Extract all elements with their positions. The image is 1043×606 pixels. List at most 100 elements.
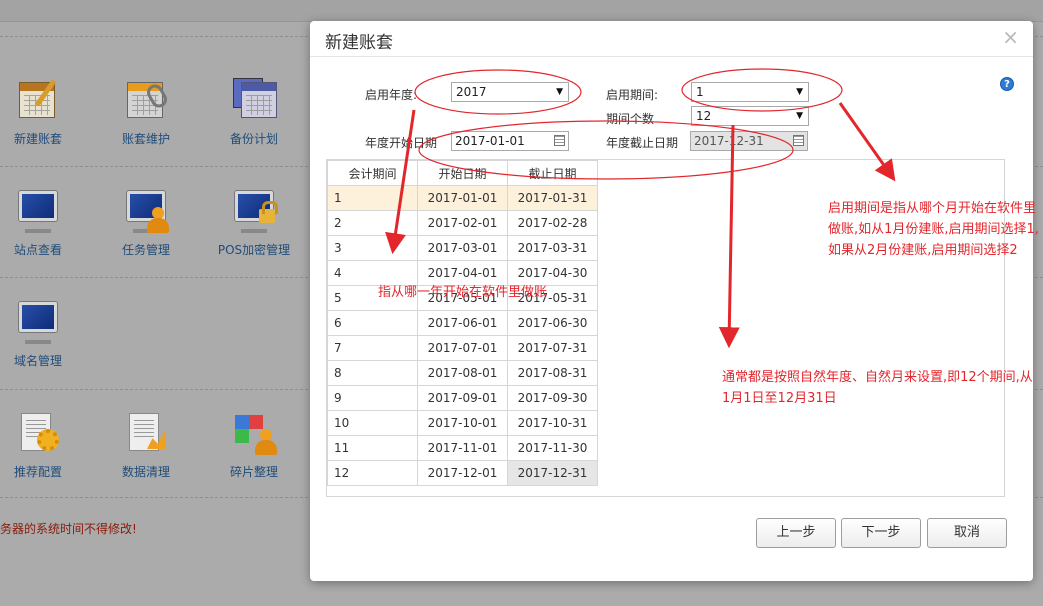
end-date-cell: 2017-10-31	[507, 410, 598, 436]
table-row[interactable]: 1 2017-01-01 2017-01-31	[327, 185, 598, 211]
tile-new-book[interactable]: 新建账套	[0, 76, 83, 147]
year-end-label: 年度截止日期	[606, 136, 679, 150]
prev-step-button[interactable]: 上一步	[756, 518, 836, 548]
start-year-select[interactable]: 2017 ▼	[451, 82, 569, 102]
table-row[interactable]: 11 2017-11-01 2017-11-30	[327, 435, 598, 461]
column-header: 开始日期	[417, 160, 508, 186]
tile-label: 任务管理	[121, 243, 170, 257]
dropdown-arrow-icon: ▼	[556, 87, 563, 97]
tile-site-view[interactable]: 站点查看	[0, 187, 83, 258]
tile-label: POS加密管理	[217, 243, 291, 257]
start-period-value: 1	[696, 85, 704, 99]
next-step-button[interactable]: 下一步	[841, 518, 921, 548]
period-count-value: 12	[696, 109, 712, 123]
end-date-cell: 2017-06-30	[507, 310, 598, 336]
end-date-cell: 2017-03-31	[507, 235, 598, 261]
table-row[interactable]: 3 2017-03-01 2017-03-31	[327, 235, 598, 261]
pos-lock-icon	[231, 187, 278, 233]
tile-label: 数据清理	[121, 465, 170, 479]
table-row[interactable]: 7 2017-07-01 2017-07-31	[327, 335, 598, 361]
tile-recommend-config[interactable]: 推荐配置	[0, 409, 83, 480]
task-monitor-icon	[123, 187, 169, 233]
start-date-cell: 2017-03-01	[417, 235, 508, 261]
end-date-cell: 2017-01-31	[507, 185, 598, 211]
monitor-icon	[15, 187, 61, 233]
end-date-cell: 2017-12-31	[507, 460, 598, 486]
tile-label: 账套维护	[121, 132, 170, 146]
tile-pos-lock[interactable]: POS加密管理	[209, 187, 299, 258]
start-date-cell: 2017-08-01	[417, 360, 508, 386]
period-cell: 10	[327, 410, 418, 436]
start-year-value: 2017	[456, 85, 487, 99]
table-row[interactable]: 8 2017-08-01 2017-08-31	[327, 360, 598, 386]
end-date-cell: 2017-07-31	[507, 335, 598, 361]
table-row[interactable]: 9 2017-09-01 2017-09-30	[327, 385, 598, 411]
table-row[interactable]: 6 2017-06-01 2017-06-30	[327, 310, 598, 336]
domain-monitor-icon	[15, 298, 61, 344]
start-year-label: 启用年度:	[365, 88, 418, 102]
table-row[interactable]: 10 2017-10-01 2017-10-31	[327, 410, 598, 436]
period-cell: 1	[327, 185, 418, 211]
year-start-label: 年度开始日期	[365, 136, 438, 150]
start-date-cell: 2017-02-01	[417, 210, 508, 236]
start-date-cell: 2017-01-01	[417, 185, 508, 211]
start-date-cell: 2017-06-01	[417, 310, 508, 336]
title-separator	[310, 56, 1033, 57]
periods-table: 会计期间 开始日期 截止日期 1 2017-01-01 2017-01-31 2 20…	[327, 160, 598, 486]
period-cell: 8	[327, 360, 418, 386]
tile-book-maintain[interactable]: 账套维护	[101, 76, 191, 147]
top-bar	[0, 0, 1043, 22]
end-date-cell: 2017-11-30	[507, 435, 598, 461]
period-cell: 12	[327, 460, 418, 486]
tile-backup-plan[interactable]: 备份计划	[209, 76, 299, 147]
tile-defrag[interactable]: 碎片整理	[209, 409, 299, 480]
start-date-cell: 2017-07-01	[417, 335, 508, 361]
config-gear-icon	[15, 409, 61, 455]
period-cell: 6	[327, 310, 418, 336]
period-count-label: 期间个数	[606, 112, 655, 126]
year-end-date-input: 2017-12-31	[690, 131, 808, 151]
year-end-value: 2017-12-31	[694, 134, 764, 148]
table-row[interactable]: 2 2017-02-01 2017-02-28	[327, 210, 598, 236]
tile-label: 备份计划	[229, 132, 278, 146]
cancel-button[interactable]: 取消	[927, 518, 1007, 548]
close-icon[interactable]: ×	[1002, 25, 1019, 49]
start-date-cell: 2017-09-01	[417, 385, 508, 411]
period-cell: 2	[327, 210, 418, 236]
end-date-cell: 2017-02-28	[507, 210, 598, 236]
defrag-icon	[231, 409, 277, 455]
period-cell: 11	[327, 435, 418, 461]
column-header: 截止日期	[507, 160, 598, 186]
start-date-cell: 2017-11-01	[417, 435, 508, 461]
start-date-cell: 2017-12-01	[417, 460, 508, 486]
tile-label: 推荐配置	[13, 465, 62, 479]
tile-label: 碎片整理	[229, 465, 278, 479]
dropdown-arrow-icon: ▼	[796, 87, 803, 97]
dialog-title: 新建账套	[325, 33, 393, 53]
period-annotation: 启用期间是指从哪个月开始在软件里做账,如从1月份建账,启用期间选择1,如果从2月…	[828, 201, 1039, 258]
new-book-icon	[15, 76, 61, 122]
tile-label: 域名管理	[13, 354, 62, 368]
end-date-cell: 2017-09-30	[507, 385, 598, 411]
tile-label: 新建账套	[13, 132, 62, 146]
column-header: 会计期间	[327, 160, 418, 186]
tile-domain-manage[interactable]: 域名管理	[0, 298, 83, 369]
data-clean-icon	[123, 409, 169, 455]
period-count-select[interactable]: 12 ▼	[691, 106, 809, 126]
period-cell: 7	[327, 335, 418, 361]
start-period-select[interactable]: 1 ▼	[691, 82, 809, 102]
system-time-warning: 务器的系统时间不得修改!	[0, 522, 137, 536]
natural-year-annotation: 通常都是按照自然年度、自然月来设置,即12个期间,从1月1日至12月31日	[722, 370, 1033, 406]
period-cell: 3	[327, 235, 418, 261]
start-period-label: 启用期间:	[606, 88, 659, 102]
help-icon[interactable]: ?	[1000, 77, 1014, 91]
calendar-icon[interactable]	[554, 135, 565, 146]
table-row[interactable]: 12 2017-12-01 2017-12-31	[327, 460, 598, 486]
end-date-cell: 2017-08-31	[507, 360, 598, 386]
tile-task-manage[interactable]: 任务管理	[101, 187, 191, 258]
year-start-date-input[interactable]: 2017-01-01	[451, 131, 569, 151]
tile-data-clean[interactable]: 数据清理	[101, 409, 191, 480]
period-cell: 9	[327, 385, 418, 411]
year-start-value: 2017-01-01	[455, 134, 525, 148]
dropdown-arrow-icon: ▼	[796, 111, 803, 121]
